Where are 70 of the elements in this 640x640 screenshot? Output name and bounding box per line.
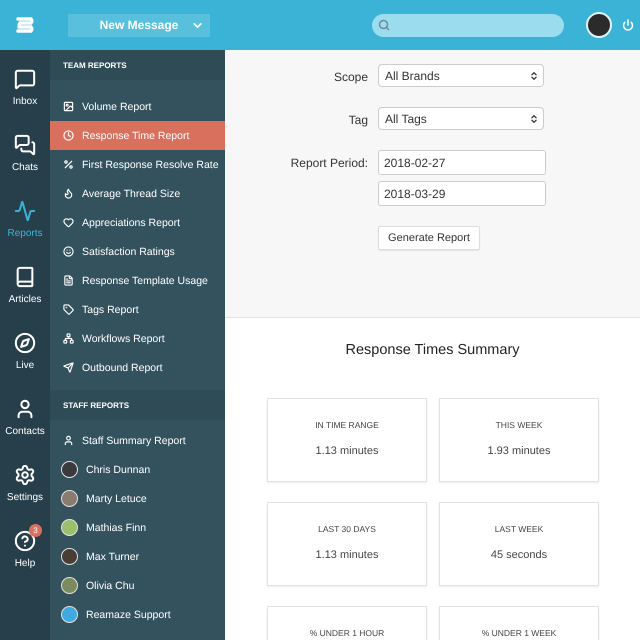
nav-item[interactable]: Mathias Finn xyxy=(50,513,225,542)
section-heading: TEAM REPORTS xyxy=(50,50,225,80)
nav-item[interactable]: First Response Resolve Rate xyxy=(50,150,225,179)
stat-label: THIS WEEK xyxy=(496,420,542,430)
nav-item[interactable]: Volume Report xyxy=(50,92,225,121)
select-field[interactable]: All Brands xyxy=(378,64,544,87)
report-icon xyxy=(63,362,74,373)
nav-item[interactable]: Olivia Chu xyxy=(50,571,225,600)
section-heading: STAFF REPORTS xyxy=(50,390,225,420)
nav-item[interactable]: Staff Summary Report xyxy=(50,426,225,455)
nav-item[interactable]: Marty Letuce xyxy=(50,484,225,513)
nav-item[interactable]: Outbound Report xyxy=(50,353,225,382)
field-label: Report Period: xyxy=(290,155,368,170)
stat-value: 1.13 minutes xyxy=(316,445,378,457)
notification-badge: 3 xyxy=(29,524,42,537)
rail-icon xyxy=(14,332,36,354)
section-title: Response Times Summary xyxy=(344,342,521,358)
logo-icon xyxy=(15,17,35,33)
stat-label: IN TIME RANGE xyxy=(315,420,379,430)
search-icon xyxy=(378,19,390,31)
stat-label: LAST 30 DAYS xyxy=(318,524,376,534)
rail-item[interactable]: Chats xyxy=(0,128,50,173)
field-label: Scope xyxy=(332,69,368,84)
select-field[interactable]: All Tags xyxy=(378,107,544,130)
date-field[interactable]: 2018-02-27 xyxy=(378,150,546,175)
nav-item[interactable]: Reamaze Support xyxy=(50,600,225,629)
report-icon xyxy=(63,333,74,344)
field-label: Tag xyxy=(348,112,368,127)
stat-value: 45 seconds xyxy=(490,549,548,561)
rail-item[interactable]: Inbox xyxy=(0,62,50,107)
rail-icon xyxy=(14,200,36,222)
rail-item[interactable]: Reports xyxy=(0,194,50,239)
stat-label: % UNDER 1 HOUR xyxy=(310,628,384,638)
search-field[interactable] xyxy=(372,14,564,36)
rail-icon xyxy=(14,266,36,288)
report-icon xyxy=(63,101,74,112)
date-field[interactable]: 2018-03-29 xyxy=(378,181,546,206)
stat-value: 1.13 minutes xyxy=(316,549,378,561)
report-icon xyxy=(63,159,74,170)
nav-item[interactable]: Chris Dunnan xyxy=(50,455,225,484)
stat-value: 1.93 minutes xyxy=(488,445,550,457)
power-button[interactable] xyxy=(622,19,634,31)
stat-label: LAST WEEK xyxy=(494,524,544,534)
rail-icon xyxy=(14,134,36,156)
nav-item[interactable]: Response Template Usage xyxy=(50,266,225,295)
report-icon xyxy=(63,246,74,257)
rail-icon xyxy=(14,68,36,90)
rail-item[interactable]: Settings xyxy=(0,458,50,503)
report-icon xyxy=(63,188,74,199)
report-icon xyxy=(63,304,74,315)
nav-item[interactable]: Max Turner xyxy=(50,542,225,571)
nav-item[interactable]: Tags Report xyxy=(50,295,225,324)
nav-item[interactable]: Average Thread Size xyxy=(50,179,225,208)
report-icon xyxy=(63,275,74,286)
nav-item[interactable]: Appreciations Report xyxy=(50,208,225,237)
rail-item[interactable]: Contacts xyxy=(0,392,50,437)
rail-item[interactable]: Live xyxy=(0,326,50,371)
person-icon xyxy=(63,435,74,446)
report-icon xyxy=(63,217,74,228)
avatar[interactable] xyxy=(586,12,612,38)
rail-icon xyxy=(14,464,36,486)
nav-item[interactable]: Satisfaction Ratings xyxy=(50,237,225,266)
report-icon xyxy=(63,130,74,141)
nav-item[interactable]: Workflows Report xyxy=(50,324,225,353)
rail-item[interactable]: Help 3 xyxy=(0,524,50,569)
updown-icon xyxy=(529,114,539,124)
generate-report-button[interactable]: Generate Report xyxy=(378,226,480,250)
updown-icon xyxy=(529,70,539,80)
rail-item[interactable]: Articles xyxy=(0,260,50,305)
stat-label: % UNDER 1 WEEK xyxy=(482,628,556,638)
